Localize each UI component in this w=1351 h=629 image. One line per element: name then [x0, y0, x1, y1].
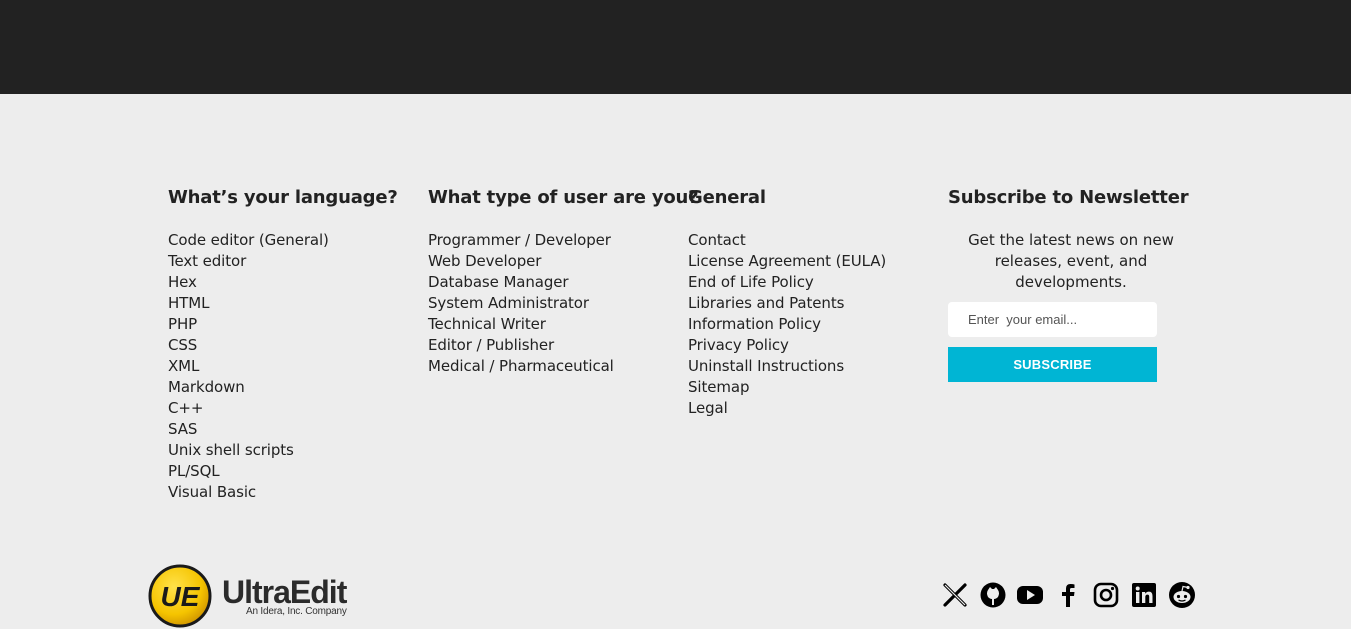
- newsletter-column: Subscribe to Newsletter Get the latest n…: [948, 186, 1198, 382]
- general-heading: General: [688, 187, 766, 208]
- language-link[interactable]: PL/SQL: [168, 461, 418, 482]
- user-type-link[interactable]: System Administrator: [428, 293, 678, 314]
- language-column: What’s your language? Code editor (Gener…: [168, 186, 418, 503]
- x-icon[interactable]: [941, 581, 969, 609]
- language-link[interactable]: Unix shell scripts: [168, 440, 418, 461]
- subscribe-button[interactable]: Subscribe: [948, 347, 1157, 382]
- language-heading: What’s your language?: [168, 187, 398, 208]
- user-type-list: Programmer / Developer Web Developer Dat…: [428, 230, 678, 377]
- ultraedit-logo[interactable]: UE UltraEdit An Idera, Inc. Company: [148, 564, 358, 628]
- language-link[interactable]: PHP: [168, 314, 418, 335]
- user-type-link[interactable]: Technical Writer: [428, 314, 678, 335]
- general-link[interactable]: Contact: [688, 230, 938, 251]
- language-link[interactable]: Markdown: [168, 377, 418, 398]
- language-link[interactable]: Code editor (General): [168, 230, 418, 251]
- language-link[interactable]: XML: [168, 356, 418, 377]
- email-input[interactable]: [948, 302, 1157, 337]
- user-type-link[interactable]: Database Manager: [428, 272, 678, 293]
- language-link[interactable]: SAS: [168, 419, 418, 440]
- general-link[interactable]: End of Life Policy: [688, 272, 938, 293]
- linkedin-icon[interactable]: [1130, 581, 1158, 609]
- logo-tagline: An Idera, Inc. Company: [246, 606, 347, 617]
- language-link[interactable]: CSS: [168, 335, 418, 356]
- newsletter-heading: Subscribe to Newsletter: [948, 187, 1189, 208]
- user-type-link[interactable]: Medical / Pharmaceutical: [428, 356, 678, 377]
- general-link[interactable]: Legal: [688, 398, 938, 419]
- general-list: Contact License Agreement (EULA) End of …: [688, 230, 938, 419]
- general-link[interactable]: Information Policy: [688, 314, 938, 335]
- language-link[interactable]: Text editor: [168, 251, 418, 272]
- ue-logo-mark: UE: [148, 564, 212, 628]
- general-link[interactable]: Privacy Policy: [688, 335, 938, 356]
- language-link[interactable]: Hex: [168, 272, 418, 293]
- facebook-icon[interactable]: [1054, 581, 1082, 609]
- user-type-link[interactable]: Editor / Publisher: [428, 335, 678, 356]
- language-list: Code editor (General) Text editor Hex HT…: [168, 230, 418, 503]
- general-column: General Contact License Agreement (EULA)…: [688, 186, 938, 419]
- general-link[interactable]: License Agreement (EULA): [688, 251, 938, 272]
- general-link[interactable]: Uninstall Instructions: [688, 356, 938, 377]
- youtube-icon[interactable]: [1016, 581, 1044, 609]
- instagram-icon[interactable]: [1092, 581, 1120, 609]
- user-type-link[interactable]: Web Developer: [428, 251, 678, 272]
- logo-mark-text: UE: [161, 581, 201, 612]
- user-type-column: What type of user are you? Programmer / …: [428, 186, 699, 377]
- general-link[interactable]: Sitemap: [688, 377, 938, 398]
- language-link[interactable]: HTML: [168, 293, 418, 314]
- github-icon[interactable]: [979, 581, 1007, 609]
- user-type-link[interactable]: Programmer / Developer: [428, 230, 678, 251]
- logo-name: UltraEdit: [222, 574, 347, 610]
- user-type-heading: What type of user are you?: [428, 187, 699, 208]
- language-link[interactable]: Visual Basic: [168, 482, 418, 503]
- reddit-icon[interactable]: [1168, 581, 1196, 609]
- newsletter-description: Get the latest news on new releases, eve…: [968, 231, 1174, 291]
- language-link[interactable]: C++: [168, 398, 418, 419]
- top-bar: [0, 0, 1351, 94]
- general-link[interactable]: Libraries and Patents: [688, 293, 938, 314]
